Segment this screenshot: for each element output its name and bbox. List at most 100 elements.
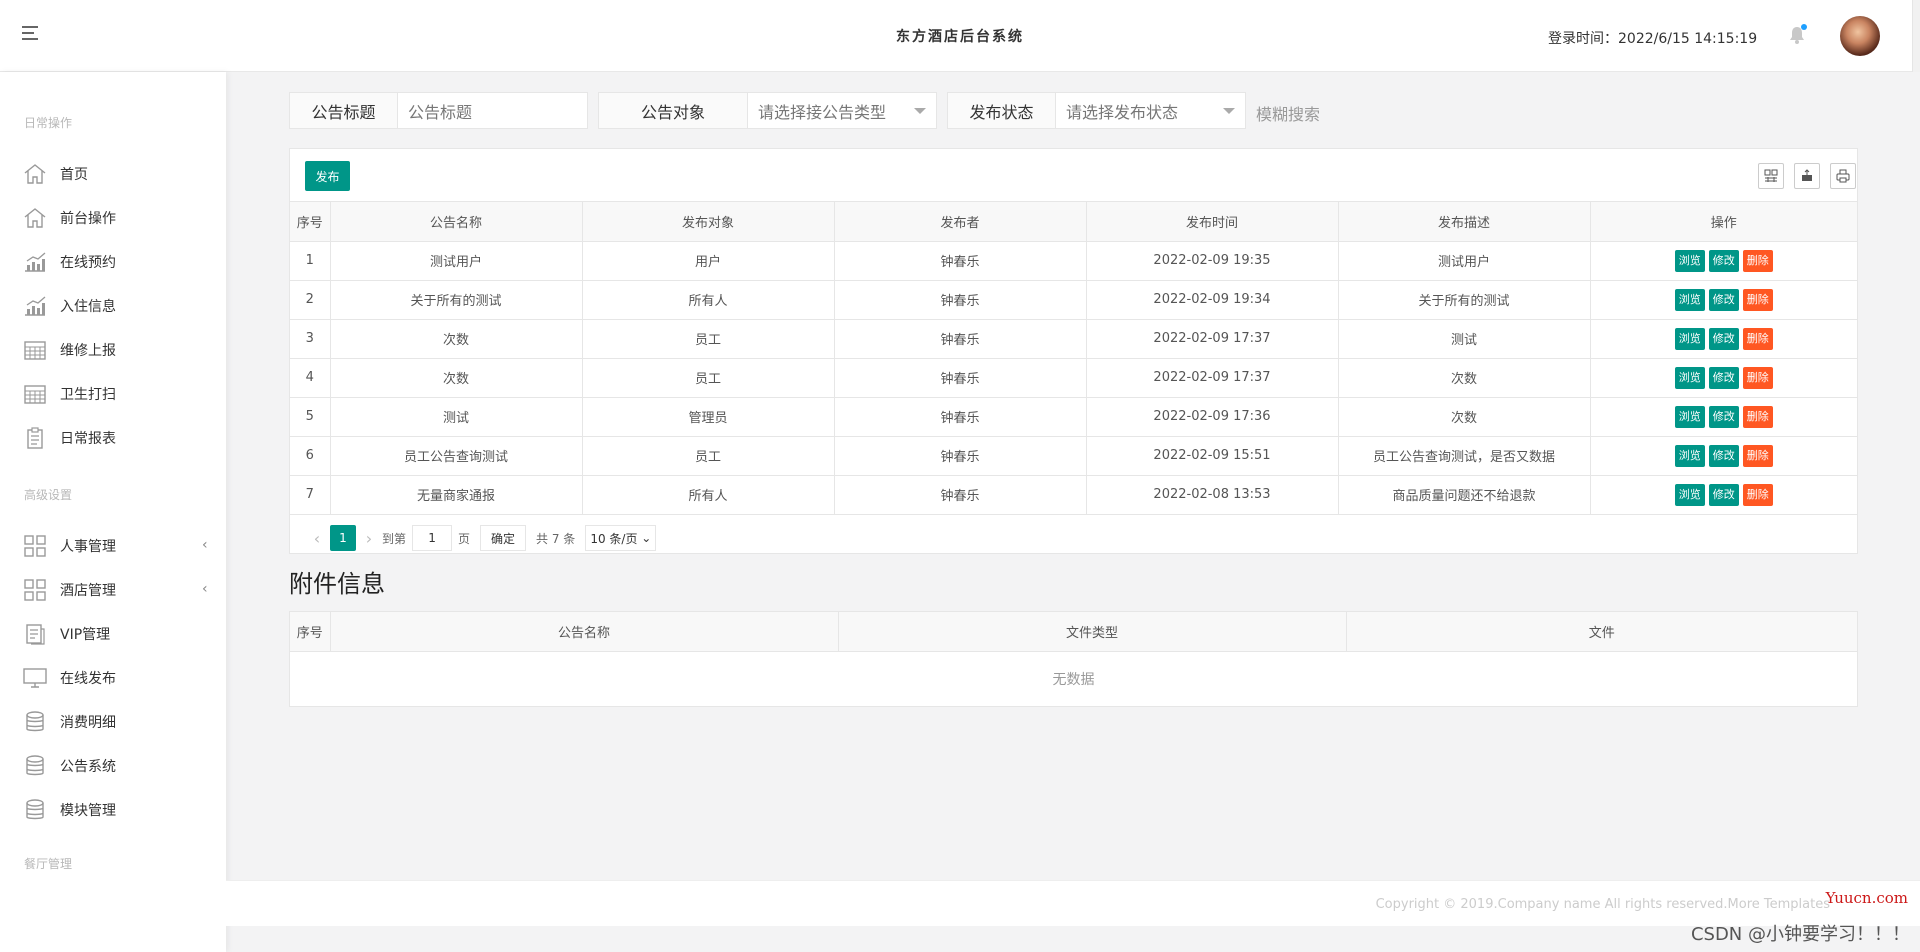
title-input[interactable]: 公告标题 (398, 93, 587, 128)
delete-button[interactable]: 删除 (1742, 405, 1773, 428)
row-actions: 浏览 修改 删除 (1590, 280, 1857, 320)
fuzzy-search-button[interactable]: 模糊搜索 (1256, 101, 1320, 125)
scrollbar[interactable] (1912, 0, 1920, 72)
print-icon[interactable] (1830, 163, 1856, 189)
table-cell: 次数 (1338, 358, 1591, 398)
prev-page-icon[interactable]: ‹ (304, 529, 330, 548)
table-cell: 4 (290, 358, 331, 398)
table-cell: 2022-02-09 19:34 (1086, 280, 1339, 320)
row-actions: 浏览 修改 删除 (1590, 319, 1857, 359)
view-button[interactable]: 浏览 (1674, 444, 1705, 467)
view-button[interactable]: 浏览 (1674, 288, 1705, 311)
table-row: 1 测试用户 用户 钟春乐 2022-02-09 19:35 测试用户 浏览 修改 删除 (290, 241, 1857, 281)
empty-state: 无数据 (1052, 672, 1095, 688)
edit-button[interactable]: 修改 (1708, 327, 1739, 350)
sidebar-item[interactable]: VIP管理 (22, 619, 222, 649)
column-header: 操作 (1590, 202, 1857, 242)
watermark-author: CSDN @小钟要学习！！！ (1690, 924, 1910, 945)
export-icon[interactable] (1794, 163, 1820, 189)
footer: Copyright © 2019.Company name All rights… (226, 880, 1920, 926)
edit-button[interactable]: 修改 (1708, 366, 1739, 389)
row-actions: 浏览 修改 删除 (1590, 358, 1857, 398)
monitor-icon (22, 666, 48, 690)
table-cell: 7 (290, 475, 331, 515)
delete-button[interactable]: 删除 (1742, 249, 1773, 272)
table-cell: 测试用户 (330, 241, 583, 281)
table-cell: 2022-02-09 17:36 (1086, 397, 1339, 437)
edit-button[interactable]: 修改 (1708, 444, 1739, 467)
sidebar-item[interactable]: 卫生打扫 (22, 379, 222, 409)
sidebar-item[interactable]: 消费明细 (22, 707, 222, 737)
delete-button[interactable]: 删除 (1742, 288, 1773, 311)
watermark-site: Yuucn.com (1825, 889, 1908, 907)
delete-button[interactable]: 删除 (1742, 483, 1773, 506)
sidebar-item-label: 人事管理 (60, 539, 116, 555)
page-unit-label: 页 (458, 531, 471, 546)
sidebar-item-label: 在线发布 (60, 671, 116, 687)
sidebar-item[interactable]: 酒店管理 ‹ (22, 575, 222, 605)
sidebar-item[interactable]: 公告系统 (22, 751, 222, 781)
columns-filter-icon[interactable] (1758, 163, 1784, 189)
sidebar-section-advanced: 高级设置 (24, 488, 73, 502)
edit-button[interactable]: 修改 (1708, 288, 1739, 311)
table-cell: 次数 (330, 319, 583, 359)
sidebar-item-label: 入住信息 (60, 299, 116, 315)
sidebar-item[interactable]: 人事管理 ‹ (22, 531, 222, 561)
filter-status-label: 发布状态 (948, 93, 1056, 128)
sidebar-item[interactable]: 维修上报 (22, 335, 222, 365)
delete-button[interactable]: 删除 (1742, 444, 1773, 467)
table-cell: 3 (290, 319, 331, 359)
calendar-icon (22, 338, 48, 362)
sidebar-section-daily: 日常操作 (24, 116, 73, 130)
publish-button[interactable]: 发布 (305, 161, 350, 191)
edit-button[interactable]: 修改 (1708, 483, 1739, 506)
sidebar-item[interactable]: 在线发布 (22, 663, 222, 693)
edit-button[interactable]: 修改 (1708, 405, 1739, 428)
home-icon (22, 162, 48, 186)
database-icon (22, 710, 48, 734)
goto-label: 到第 (382, 531, 407, 546)
document-icon (22, 622, 48, 646)
delete-button[interactable]: 删除 (1742, 366, 1773, 389)
sidebar-item[interactable]: 首页 (22, 159, 222, 189)
target-select[interactable]: 请选择接公告类型 (748, 93, 936, 128)
pagination: ‹ 1 › 到第 1 页 确定 共 7 条 10 条/页 ⌄ (290, 521, 657, 555)
table-cell: 管理员 (582, 397, 835, 437)
page-number-current[interactable]: 1 (330, 525, 356, 551)
chevron-left-icon: ‹ (202, 537, 208, 553)
table-cell: 员工 (582, 436, 835, 476)
table-cell: 钟春乐 (834, 358, 1087, 398)
table-cell: 所有人 (582, 475, 835, 515)
menu-toggle-icon[interactable] (22, 26, 40, 42)
column-header: 文件类型 (838, 612, 1347, 652)
column-header: 公告名称 (330, 612, 839, 652)
view-button[interactable]: 浏览 (1674, 249, 1705, 272)
sidebar-item[interactable]: 在线预约 (22, 247, 222, 277)
next-page-icon[interactable]: › (356, 529, 382, 548)
sidebar-item[interactable]: 模块管理 (22, 795, 222, 825)
page-size-select[interactable]: 10 条/页 ⌄ (585, 525, 657, 551)
goto-page-input[interactable]: 1 (412, 525, 453, 551)
row-actions: 浏览 修改 删除 (1590, 397, 1857, 437)
view-button[interactable]: 浏览 (1674, 366, 1705, 389)
view-button[interactable]: 浏览 (1674, 405, 1705, 428)
sidebar-item[interactable]: 日常报表 (22, 423, 222, 453)
table-row: 2 关于所有的测试 所有人 钟春乐 2022-02-09 19:34 关于所有的测试 浏览修… (290, 280, 1857, 320)
edit-button[interactable]: 修改 (1708, 249, 1739, 272)
goto-confirm-button[interactable]: 确定 (480, 525, 527, 551)
view-button[interactable]: 浏览 (1674, 327, 1705, 350)
table-cell: 关于所有的测试 (330, 280, 583, 320)
filter-target-label: 公告对象 (599, 93, 748, 128)
delete-button[interactable]: 删除 (1742, 327, 1773, 350)
filter-target: 公告对象 请选择接公告类型 (598, 92, 937, 129)
bell-icon[interactable] (1789, 24, 1807, 44)
column-header: 序号 (290, 612, 331, 652)
user-avatar[interactable] (1840, 16, 1880, 56)
sidebar-item[interactable]: 入住信息 (22, 291, 222, 321)
table-row: 3 次数 员工 钟春乐 2022-02-09 17:37 测试 浏览 修改 删除 (290, 319, 1857, 359)
table-row: 4 次数 员工 钟春乐 2022-02-09 17:37 次数 浏览 修改 删除 (290, 358, 1857, 398)
status-select[interactable]: 请选择发布状态 (1056, 93, 1245, 128)
sidebar-item-label: 首页 (60, 167, 88, 183)
sidebar-item[interactable]: 前台操作 (22, 203, 222, 233)
view-button[interactable]: 浏览 (1674, 483, 1705, 506)
